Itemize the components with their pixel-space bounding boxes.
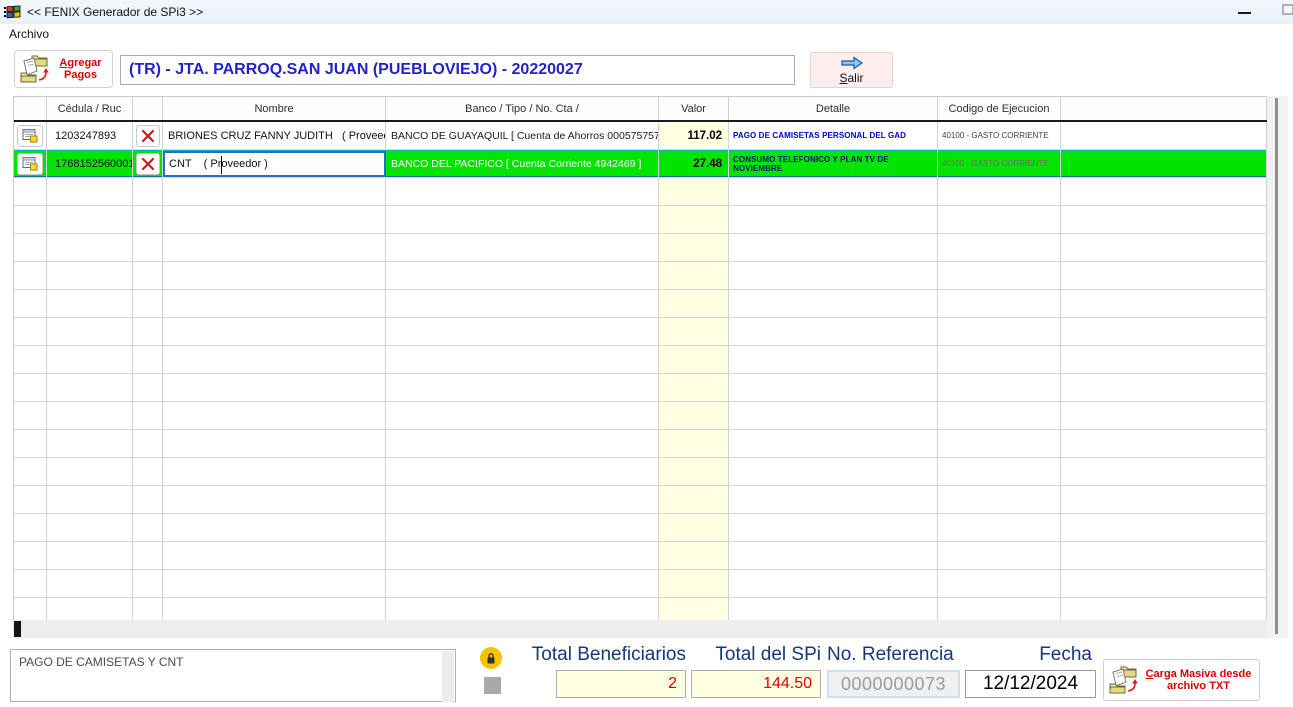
status-square[interactable] (484, 677, 501, 694)
empty-row (14, 570, 1267, 598)
empty-row (14, 486, 1267, 514)
cell-codigo[interactable]: 40100 - GASTO CORRIENTE (938, 150, 1061, 177)
empty-row (14, 290, 1267, 318)
cell-cedula[interactable]: 1203247893 (47, 122, 133, 149)
carga-masiva-button[interactable]: Carga Masiva desde archivo TXT (1103, 659, 1260, 701)
cell-detalle[interactable]: PAGO DE CAMISETAS PERSONAL DEL GAD (729, 122, 938, 149)
cell-cedula[interactable]: 1768152560001 (47, 150, 133, 177)
header-codigo: Codigo de Ejecucion (938, 97, 1061, 120)
table-row: 1203247893 BRIONES CRUZ FANNY JUDITH ( P… (14, 122, 1267, 150)
header-nombre: Nombre (163, 97, 386, 120)
empty-row (14, 542, 1267, 570)
delete-row-button[interactable] (136, 125, 160, 147)
cell-extra (1061, 150, 1267, 177)
description-scrollbar[interactable] (442, 651, 454, 702)
folder-load-icon (1108, 664, 1142, 696)
total-spi-label: Total del SPi (656, 644, 821, 666)
agregar-pagos-label: Agregar Pagos (53, 57, 108, 81)
grid-header-row: Cédula / Ruc Nombre Banco / Tipo / No. C… (14, 97, 1267, 122)
header-delete (133, 97, 163, 120)
maximize-button[interactable] (1282, 4, 1293, 15)
payments-grid: Cédula / Ruc Nombre Banco / Tipo / No. C… (13, 96, 1267, 620)
description-textarea[interactable]: PAGO DE CAMISETAS Y CNT (10, 649, 456, 702)
fenix-spi3-window: << FENIX Generador de SPi3 >> Archivo Ag… (0, 0, 1293, 707)
table-row-selected: 1768152560001 CNT ( Proveedor ) BANCO DE… (14, 150, 1267, 178)
lock-indicator[interactable] (480, 647, 502, 669)
folder-add-icon (19, 53, 53, 85)
cell-detalle[interactable]: CONSUMO TELEFONICO Y PLAN TV DE NOVIEMBR… (729, 150, 938, 177)
header-valor: Valor (659, 97, 729, 120)
text-caret (221, 156, 222, 174)
grid-empty-rows (14, 178, 1267, 620)
header-cedula: Cédula / Ruc (47, 97, 133, 120)
empty-row (14, 430, 1267, 458)
cell-nombre[interactable]: BRIONES CRUZ FANNY JUDITH ( Proveedor ) (163, 122, 386, 149)
lock-icon (485, 652, 497, 665)
cell-banco[interactable]: BANCO DE GUAYAQUIL [ Cuenta de Ahorros 0… (386, 122, 659, 149)
header-rowselector (14, 97, 47, 120)
vertical-scrollbar-thumb[interactable] (1275, 98, 1278, 634)
nombre-edit-value: CNT ( Proveedor ) (169, 158, 268, 170)
fecha-field[interactable]: 12/12/2024 (965, 670, 1096, 698)
header-banco: Banco / Tipo / No. Cta / (386, 97, 659, 120)
empty-row (14, 598, 1267, 620)
agregar-pagos-button[interactable]: Agregar Pagos (14, 50, 113, 88)
delete-row-button[interactable] (136, 153, 160, 175)
empty-row (14, 318, 1267, 346)
empty-row (14, 178, 1267, 206)
cell-valor[interactable]: 117.02 (659, 122, 729, 149)
cell-extra (1061, 122, 1267, 149)
horizontal-scrollbar-thumb[interactable] (14, 621, 21, 637)
vertical-scrollbar[interactable] (1267, 96, 1288, 638)
empty-row (14, 458, 1267, 486)
window-title: << FENIX Generador de SPi3 >> (27, 5, 203, 19)
delete-x-icon (141, 158, 155, 170)
header-extra (1061, 97, 1267, 120)
delete-x-icon (141, 130, 155, 142)
header-detalle: Detalle (729, 97, 938, 120)
empty-row (14, 346, 1267, 374)
empty-row (14, 262, 1267, 290)
cell-valor[interactable]: 27.48 (659, 150, 729, 177)
referencia-label: No. Referencia (827, 644, 954, 666)
empty-row (14, 234, 1267, 262)
cell-banco[interactable]: BANCO DEL PACIFICO [ Cuenta Corriente 49… (386, 150, 659, 177)
entity-name-field[interactable]: (TR) - JTA. PARROQ.SAN JUAN (PUEBLOVIEJO… (120, 55, 795, 85)
exit-arrow-icon (839, 56, 865, 70)
title-bar: << FENIX Generador de SPi3 >> (0, 0, 1293, 24)
menu-bar: Archivo (0, 24, 1293, 44)
salir-label: Salir (839, 71, 863, 85)
empty-row (14, 206, 1267, 234)
row-detail-button[interactable] (17, 125, 43, 147)
empty-row (14, 402, 1267, 430)
salir-button[interactable]: Salir (810, 52, 893, 88)
referencia-field: 0000000073 (827, 670, 960, 698)
row-edit-icon (22, 156, 38, 171)
footer-panel: PAGO DE CAMISETAS Y CNT Total Beneficiar… (0, 640, 1293, 707)
menu-archivo[interactable]: Archivo (0, 24, 58, 44)
carga-masiva-label: Carga Masiva desde archivo TXT (1142, 668, 1255, 692)
empty-row (14, 374, 1267, 402)
total-beneficiarios-field: 2 (556, 670, 686, 698)
cell-codigo[interactable]: 40100 - GASTO CORRIENTE (938, 122, 1061, 149)
row-detail-button[interactable] (17, 153, 43, 175)
toolbar: Agregar Pagos (TR) - JTA. PARROQ.SAN JUA… (0, 44, 1293, 94)
description-value: PAGO DE CAMISETAS Y CNT (19, 655, 183, 669)
total-spi-field: 144.50 (691, 670, 821, 698)
app-windows-logo-icon (4, 4, 21, 20)
nombre-edit-input[interactable]: CNT ( Proveedor ) (163, 151, 386, 177)
row-edit-icon (22, 128, 38, 143)
fecha-label: Fecha (960, 644, 1092, 666)
horizontal-scrollbar[interactable] (13, 620, 1267, 638)
minimize-button[interactable] (1238, 4, 1254, 18)
empty-row (14, 514, 1267, 542)
